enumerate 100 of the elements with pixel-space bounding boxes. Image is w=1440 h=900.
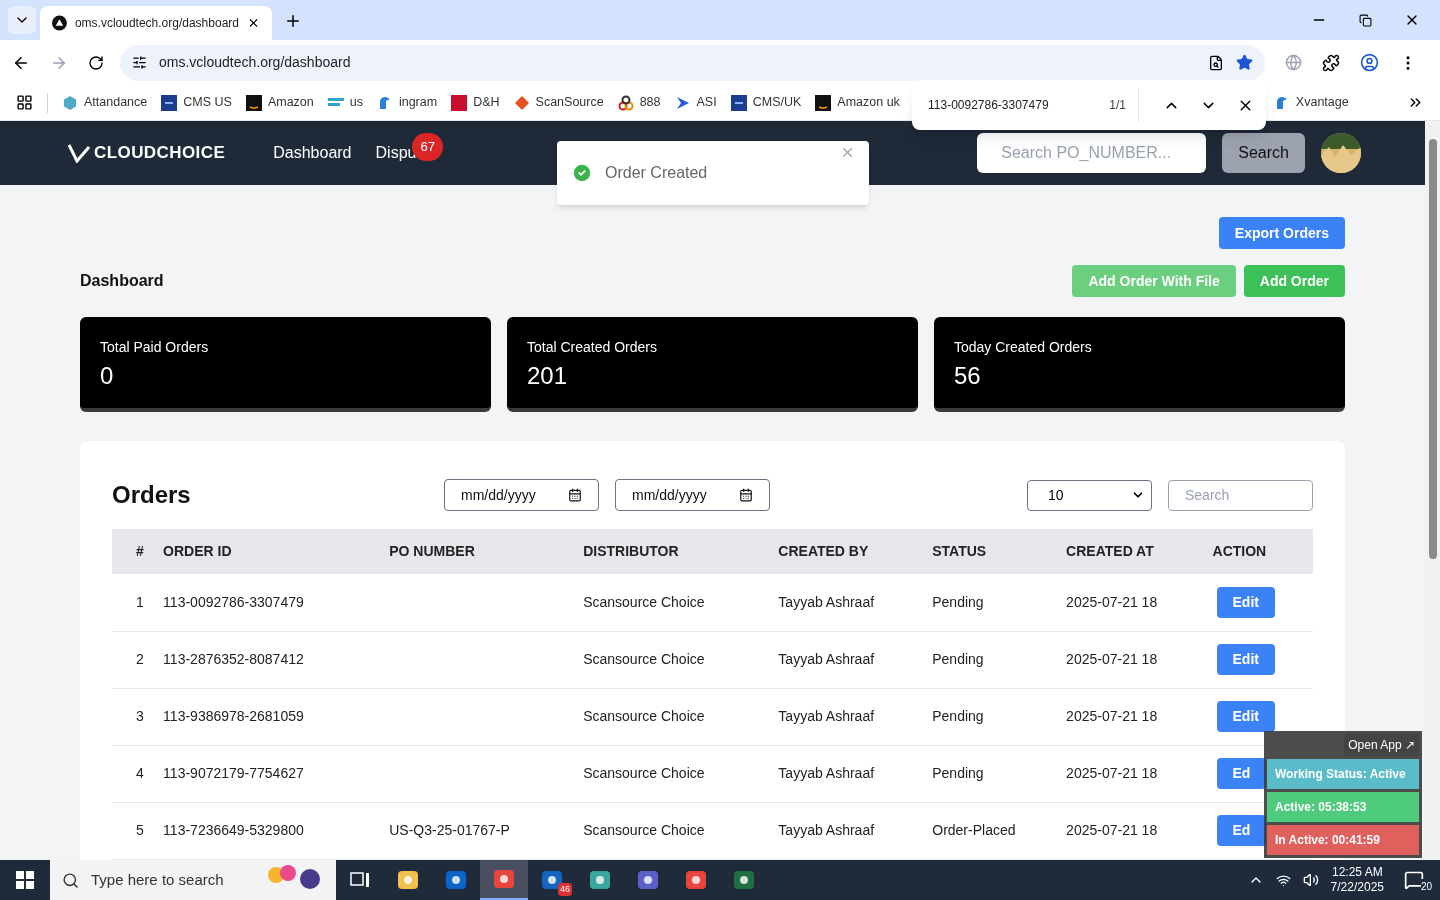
table-cell: Pending — [932, 688, 1067, 745]
tab-search-button[interactable] — [8, 6, 36, 34]
table-cell: Order-Placed — [932, 802, 1067, 859]
taskbar-search-field[interactable]: Type here to search — [50, 860, 336, 900]
table-cell: Tayyab Ashraaf — [778, 631, 933, 688]
triangle-logo-icon — [52, 15, 67, 31]
square-logo-icon — [245, 94, 262, 111]
taskbar-app[interactable] — [480, 860, 528, 900]
bookmark-link[interactable]: Amazon — [267, 93, 314, 112]
stat-label: Total Paid Orders — [100, 338, 210, 357]
table-cell: 2025-07-21 18 — [1066, 802, 1213, 859]
restore-icon[interactable] — [1359, 13, 1372, 27]
table-cell: 113-9072179-7754627 — [163, 745, 390, 802]
calendar-icon — [568, 488, 582, 502]
bookmark-link[interactable]: Amazon uk — [837, 93, 900, 112]
bookmark-link[interactable]: us — [349, 93, 363, 112]
bookmark-link[interactable]: Xvantage — [1295, 93, 1349, 112]
app-icon — [684, 868, 708, 892]
table-cell: 4 — [112, 745, 164, 802]
new-tab-icon[interactable] — [284, 12, 302, 30]
column-header: STATUS — [932, 529, 1067, 574]
page-search-icon[interactable] — [1208, 54, 1224, 71]
date-field[interactable]: mm/dd/yyyy — [444, 479, 599, 511]
table-cell: 3 — [112, 688, 164, 745]
brand-logo: CLOUDCHOICE — [94, 142, 226, 165]
star-icon[interactable] — [1236, 54, 1253, 71]
check-icon — [571, 162, 593, 184]
browser-tab[interactable]: oms.vcloudtech.org/dashboard — [40, 6, 272, 40]
orders-title: Orders — [112, 480, 192, 510]
close-icon[interactable] — [247, 16, 260, 30]
apps-grid-icon[interactable] — [16, 94, 33, 111]
table-cell: Scansource Choice — [583, 802, 779, 859]
edit-button[interactable]: Ed — [1216, 815, 1267, 846]
find-input[interactable]: 113-0092786-3307479 — [928, 96, 1098, 114]
taskbar-app[interactable]: 46 — [528, 860, 576, 900]
table-cell: 2025-07-21 18 — [1066, 745, 1213, 802]
bookmark-link[interactable]: ASI — [696, 93, 717, 112]
reload-icon[interactable] — [88, 54, 104, 71]
square-logo-icon — [815, 94, 832, 111]
windows-logo-icon[interactable] — [16, 871, 34, 889]
task-view-icon[interactable] — [350, 871, 370, 889]
app-icon — [396, 868, 420, 892]
clock-time: 12:25 AM — [1331, 865, 1383, 880]
volume-icon[interactable] — [1302, 872, 1319, 888]
nav-link[interactable]: Dashboard — [273, 141, 352, 165]
nav-link[interactable]: Dispu — [375, 141, 417, 165]
arrow-logo-icon — [674, 94, 691, 111]
stat-label: Today Created Orders — [954, 338, 1093, 357]
edit-button[interactable]: Edit — [1216, 644, 1275, 675]
bookmark-link[interactable]: ingram — [398, 93, 438, 112]
bookmark-link[interactable]: Attandance — [84, 93, 148, 112]
column-header: DISTRIBUTOR — [583, 529, 779, 574]
table-cell: Scansource Choice — [583, 631, 779, 688]
rings-icon — [617, 94, 634, 111]
table-cell: 2025-07-21 18 — [1066, 688, 1213, 745]
globe-icon[interactable] — [1285, 54, 1302, 71]
match-count: 1/1 — [1109, 88, 1139, 122]
table-cell: Scansource Choice — [583, 745, 779, 802]
page-size-select[interactable]: 10 — [1027, 479, 1152, 511]
table-cell: 2025-07-21 18 — [1066, 574, 1213, 631]
app-icon — [732, 868, 756, 892]
open-app-link[interactable]: Open App ↗ — [1344, 734, 1419, 756]
square-logo-icon — [451, 94, 468, 111]
bookmark-link[interactable]: D&H — [473, 93, 500, 112]
tab-title: oms.vcloudtech.org/dashboard — [74, 15, 239, 32]
table-cell: 2025-07-21 18 — [1066, 631, 1213, 688]
bookmark-link[interactable]: CMS US — [183, 93, 232, 112]
table-cell: Scansource Choice — [583, 688, 779, 745]
square-logo-icon — [161, 94, 178, 111]
search-button[interactable]: Search — [1222, 133, 1305, 173]
app-icon — [636, 868, 660, 892]
extensions-icon[interactable] — [1322, 53, 1340, 72]
profile-icon[interactable] — [1360, 53, 1379, 72]
table-cell: Pending — [932, 745, 1067, 802]
site-settings-icon — [132, 55, 147, 70]
bookmark-link[interactable]: ScanSource — [535, 93, 604, 112]
column-header: ACTION — [1212, 529, 1313, 574]
page-title: Dashboard — [80, 271, 165, 291]
date-field[interactable]: mm/dd/yyyy — [615, 479, 770, 511]
diamond-icon — [513, 94, 530, 111]
network-icon[interactable] — [1275, 872, 1291, 888]
edit-button[interactable]: Ed — [1216, 758, 1267, 789]
stat-value: 201 — [527, 361, 569, 391]
stat-label: Total Created Orders — [527, 338, 658, 357]
table-cell: 113-0092786-3307479 — [163, 574, 390, 631]
table-cell: Scansource Choice — [583, 574, 779, 631]
url-text: oms.vcloudtech.org/dashboard — [159, 53, 352, 72]
bookmark-link[interactable]: CMS/UK — [752, 93, 802, 112]
edit-button[interactable]: Edit — [1216, 586, 1275, 618]
app-icon — [444, 868, 468, 892]
table-cell: Tayyab Ashraaf — [778, 574, 933, 631]
table-cell: Tayyab Ashraaf — [778, 745, 933, 802]
clock-date: 7/22/2025 — [1330, 880, 1384, 895]
edit-button[interactable]: Edit — [1216, 701, 1275, 732]
table-cell: 1 — [112, 574, 164, 631]
bookmark-link[interactable]: 888 — [639, 93, 661, 112]
column-header: # — [112, 529, 164, 574]
address-field[interactable]: oms.vcloudtech.org/dashboard — [120, 44, 1265, 81]
export-button[interactable]: Export Orders — [1218, 217, 1345, 249]
check-logo-icon — [68, 143, 90, 163]
